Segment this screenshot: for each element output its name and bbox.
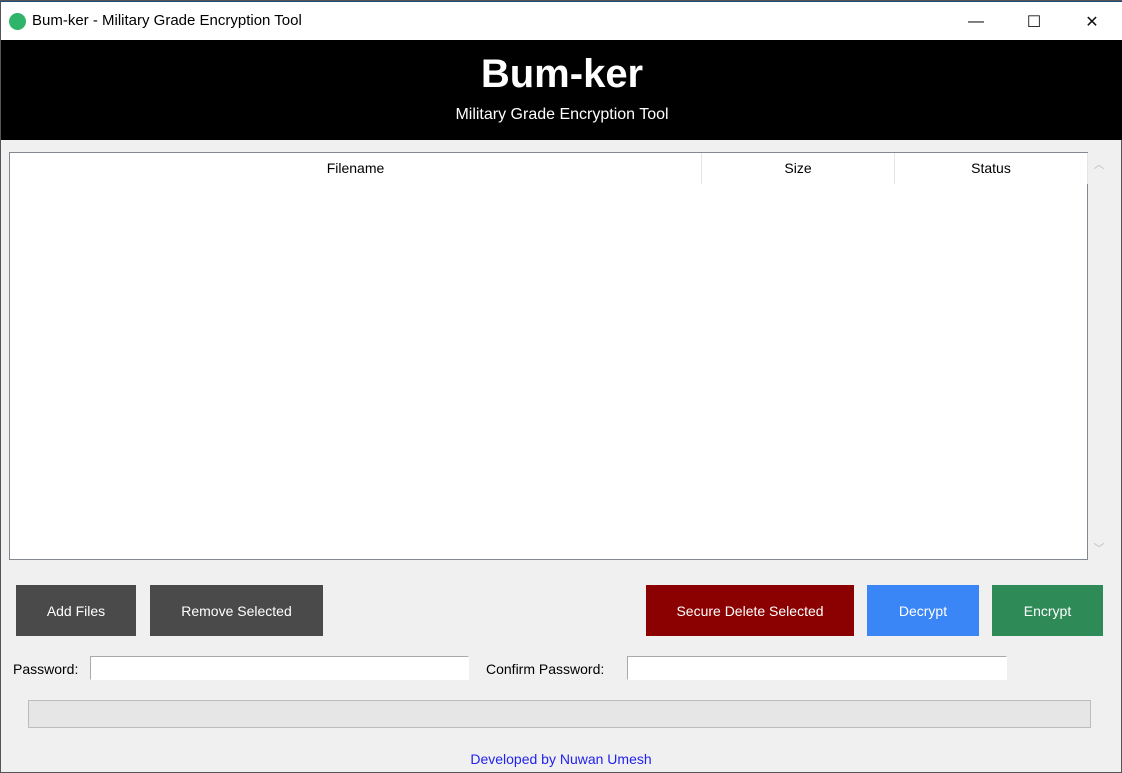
minimize-button[interactable]: — — [947, 2, 1005, 41]
secure-delete-button[interactable]: Secure Delete Selected — [646, 585, 854, 636]
app-title: Bum-ker — [480, 52, 644, 96]
maximize-button[interactable]: ☐ — [1005, 2, 1063, 41]
confirm-password-label: Confirm Password: — [486, 661, 605, 677]
title-bar: Bum-ker - Military Grade Encryption Tool… — [1, 1, 1122, 40]
file-table[interactable]: Filename Size Status — [9, 152, 1088, 560]
app-icon — [9, 13, 26, 30]
confirm-password-input[interactable] — [627, 656, 1007, 680]
progress-bar — [28, 700, 1091, 728]
window-title: Bum-ker - Military Grade Encryption Tool — [32, 12, 302, 29]
close-button[interactable]: ✕ — [1063, 2, 1121, 41]
decrypt-button[interactable]: Decrypt — [867, 585, 979, 636]
remove-selected-button[interactable]: Remove Selected — [150, 585, 323, 636]
scroll-up-icon[interactable]: ︿ — [1090, 156, 1108, 172]
password-label: Password: — [13, 661, 79, 677]
add-files-button[interactable]: Add Files — [16, 585, 136, 636]
app-subtitle: Military Grade Encryption Tool — [455, 106, 669, 123]
vertical-scrollbar[interactable]: ︿ ﹀ — [1090, 152, 1108, 560]
app-header: Bum-ker Military Grade Encryption Tool — [1, 40, 1122, 140]
scroll-down-icon[interactable]: ﹀ — [1090, 540, 1108, 556]
column-header-filename[interactable]: Filename — [10, 153, 702, 184]
encrypt-button[interactable]: Encrypt — [992, 585, 1103, 636]
column-header-size[interactable]: Size — [702, 153, 895, 184]
column-header-status[interactable]: Status — [895, 153, 1088, 184]
password-input[interactable] — [90, 656, 469, 680]
developer-credit: Developed by Nuwan Umesh — [470, 751, 652, 767]
